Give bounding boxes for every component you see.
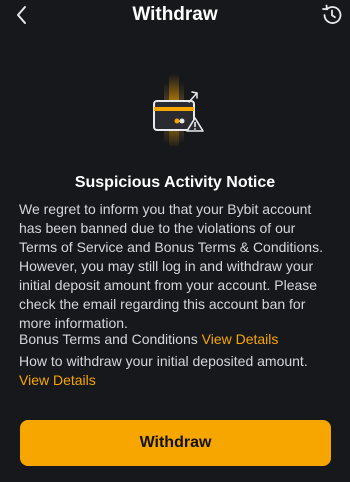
bonus-terms-view-details-link[interactable]: View Details [202, 331, 279, 347]
withdraw-info-row: How to withdraw your initial deposited a… [19, 352, 339, 390]
history-icon[interactable] [320, 3, 344, 27]
withdraw-button[interactable]: Withdraw [20, 420, 331, 466]
bonus-terms-label: Bonus Terms and Conditions [19, 331, 198, 347]
suspicious-card-illustration [153, 74, 204, 146]
page-title: Withdraw [132, 4, 218, 25]
notice-title: Suspicious Activity Notice [74, 174, 276, 191]
withdraw-info-label: How to withdraw your initial deposited a… [19, 353, 308, 369]
header: Withdraw [0, 0, 350, 30]
notice-body: We regret to inform you that your Bybit … [19, 201, 323, 331]
withdraw-info-view-details-link[interactable]: View Details [19, 372, 96, 388]
bonus-terms-row: Bonus Terms and Conditions View Details [19, 330, 339, 349]
